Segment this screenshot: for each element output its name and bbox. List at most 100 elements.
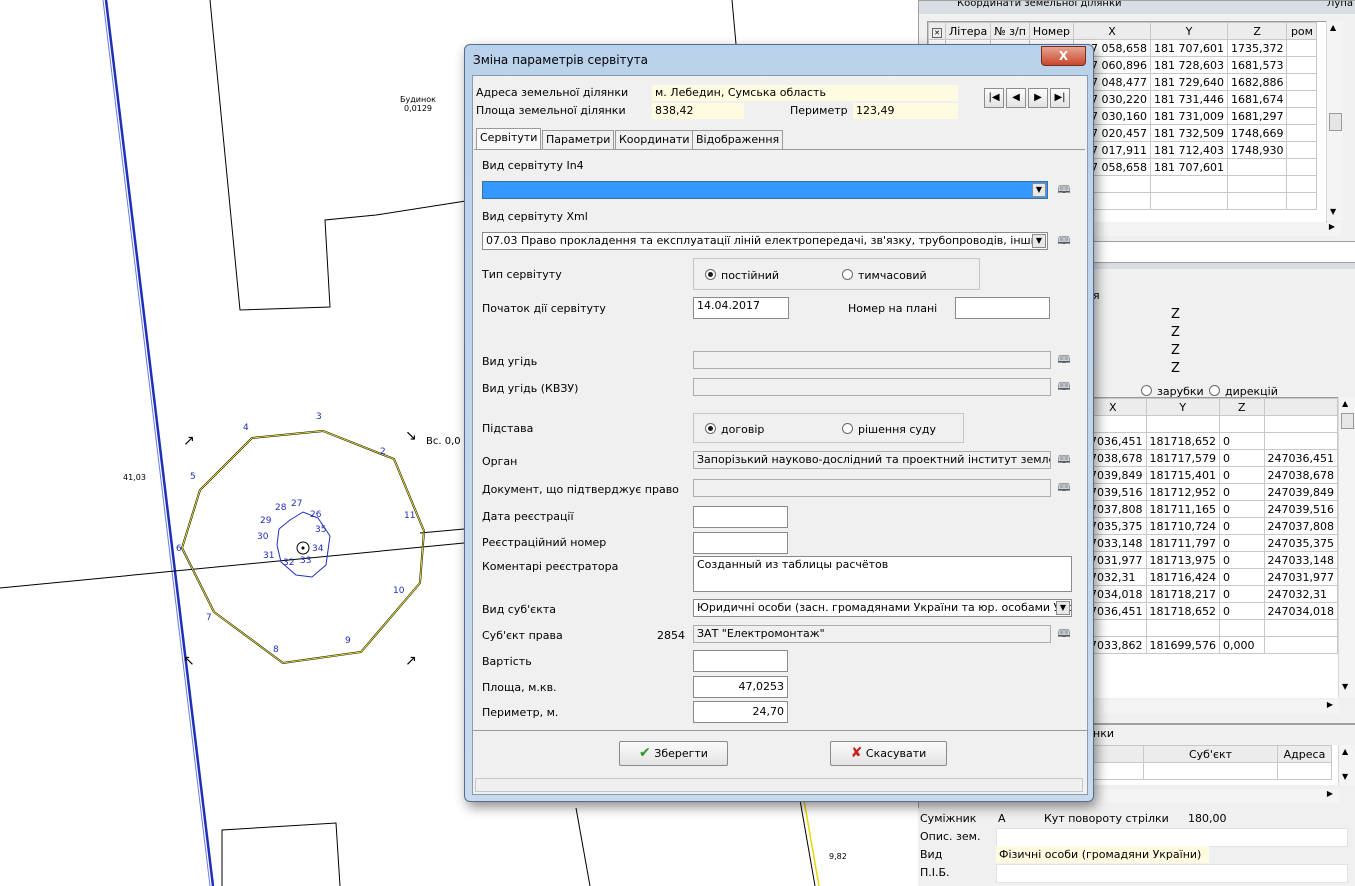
table-cell[interactable]: 0 — [1218, 517, 1265, 535]
table-cell[interactable]: 181 728,603 — [1149, 56, 1228, 74]
table-cell[interactable]: 181711,797 — [1145, 534, 1220, 552]
perimeter-m-input[interactable]: 24,70 — [693, 701, 788, 723]
table-cell[interactable]: 181 731,009 — [1149, 107, 1228, 125]
book-icon[interactable]: 🕮 — [1055, 380, 1073, 394]
column-header[interactable]: Y — [1145, 398, 1220, 416]
area-sqm-input[interactable]: 47,0253 — [693, 676, 788, 698]
table-cell[interactable]: 0 — [1218, 534, 1265, 552]
tab-coordinates[interactable]: Координати — [615, 130, 694, 149]
table-cell[interactable]: 247036,451 — [1263, 449, 1338, 467]
table-cell[interactable] — [1218, 415, 1265, 433]
table-cell[interactable] — [1145, 619, 1220, 637]
table-cell[interactable] — [1145, 415, 1220, 433]
table-cell[interactable]: 181 707,601 — [1149, 158, 1228, 176]
table-cell[interactable]: 247037,808 — [1263, 517, 1338, 535]
table-cell[interactable]: 1681,297 — [1226, 107, 1288, 125]
table-row[interactable]: 47031,977 181713,975 0 247033,148 — [1079, 551, 1338, 569]
adjacent-scrollbar[interactable]: ▲ ▼ — [1338, 745, 1355, 785]
scroll-up-icon[interactable]: ▲ — [1342, 399, 1348, 408]
book-icon[interactable]: 🕮 — [1055, 353, 1073, 367]
scroll-down-icon[interactable]: ▼ — [1342, 772, 1348, 781]
table-cell[interactable]: 181 732,509 — [1149, 124, 1228, 142]
table-cell[interactable]: 181710,724 — [1145, 517, 1220, 535]
scroll-right-icon[interactable]: ▶ — [1327, 700, 1333, 709]
scroll-down-icon[interactable]: ▼ — [1330, 207, 1336, 216]
radio-temporary[interactable]: тимчасовий — [842, 269, 927, 282]
table-cell[interactable] — [1263, 636, 1338, 654]
column-header[interactable]: Суб'єкт — [1143, 745, 1278, 763]
table-cell[interactable]: 0 — [1218, 551, 1265, 569]
book-icon[interactable]: 🕮 — [1055, 234, 1073, 248]
radio-icon[interactable] — [842, 423, 853, 434]
table-cell[interactable]: 0 — [1218, 602, 1265, 620]
table-row[interactable]: 47036,451 181718,652 0 — [1079, 432, 1338, 450]
table-cell[interactable]: 247031,977 — [1263, 568, 1338, 586]
cost-input[interactable] — [693, 650, 788, 672]
document-field[interactable] — [693, 479, 1051, 497]
start-date-input[interactable]: 14.04.2017 — [693, 297, 789, 319]
save-button[interactable]: ✔ Зберегти — [619, 741, 728, 766]
servitude-xml-select[interactable]: 07.03 Право прокладення та експлуатації … — [482, 232, 1048, 250]
tab-servitudes[interactable]: Сервітути — [476, 128, 542, 149]
table-row[interactable] — [1079, 415, 1338, 433]
table-cell[interactable]: 247039,849 — [1263, 483, 1338, 501]
servitude-in4-select[interactable]: ▼ — [482, 181, 1048, 199]
table-row[interactable]: 47035,375 181710,724 0 247037,808 — [1079, 517, 1338, 535]
table-cell[interactable] — [1263, 415, 1338, 433]
scroll-up-icon[interactable]: ▲ — [1330, 23, 1336, 32]
table-cell[interactable]: 0 — [1218, 585, 1265, 603]
table-cell[interactable]: 181715,401 — [1145, 466, 1220, 484]
tab-display[interactable]: Відображення — [692, 130, 784, 149]
table-cell[interactable]: 0 — [1218, 568, 1265, 586]
table-cell[interactable]: 0 — [1218, 500, 1265, 518]
organ-field[interactable]: Запорізький науково-дослідний та проектн… — [693, 451, 1051, 469]
table-cell[interactable]: 1748,669 — [1226, 124, 1288, 142]
table-cell[interactable]: 181717,579 — [1145, 449, 1220, 467]
table-row[interactable]: 47037,808 181711,165 0 247039,516 — [1079, 500, 1338, 518]
name-field[interactable] — [996, 864, 1348, 883]
radio-icon[interactable] — [1209, 385, 1220, 396]
adjacent-hscroll[interactable]: ▶ — [1079, 789, 1339, 803]
land-type-kvzu-field[interactable] — [693, 378, 1051, 396]
table-cell[interactable]: 181716,424 — [1145, 568, 1220, 586]
table-cell[interactable] — [1263, 432, 1338, 450]
table-row[interactable]: 47032,31 181716,424 0 247031,977 — [1079, 568, 1338, 586]
book-icon[interactable]: 🕮 — [1055, 453, 1073, 467]
table-cell[interactable]: 0 — [1218, 466, 1265, 484]
table-row[interactable]: 47033,148 181711,797 0 247035,375 — [1079, 534, 1338, 552]
table-row[interactable] — [1079, 619, 1338, 637]
table-cell[interactable] — [1218, 619, 1265, 637]
table-cell[interactable]: 0 — [1218, 449, 1265, 467]
close-button[interactable]: X — [1041, 46, 1086, 66]
kind-value[interactable]: Фізичні особи (громадяни України) — [996, 846, 1209, 863]
table-row[interactable]: 47033,862 181699,576 0,000 — [1079, 636, 1338, 654]
table-row[interactable]: 47034,018 181718,217 0 247032,31 — [1079, 585, 1338, 603]
table-cell[interactable]: 247039,516 — [1263, 500, 1338, 518]
next-record-button[interactable]: ▶ — [1028, 88, 1048, 108]
registrar-comment-input[interactable]: Созданный из таблицы расчётов — [693, 556, 1072, 592]
table-cell[interactable]: 181 707,601 — [1149, 39, 1228, 57]
table-cell[interactable]: 181711,165 — [1145, 500, 1220, 518]
table-cell[interactable]: 181 731,446 — [1149, 90, 1228, 108]
chevron-down-icon[interactable]: ▼ — [1032, 183, 1046, 197]
scroll-right-icon[interactable]: ▶ — [1327, 789, 1333, 798]
radio-permanent[interactable]: постійний — [705, 269, 779, 282]
table-cell[interactable]: 1748,930 — [1226, 141, 1288, 159]
table-cell[interactable]: 181713,975 — [1145, 551, 1220, 569]
coords-scrollbar[interactable]: ▲ ▼ — [1326, 21, 1343, 221]
column-header[interactable] — [1263, 398, 1338, 416]
table-cell[interactable]: 247038,678 — [1263, 466, 1338, 484]
column-header[interactable]: X — [1072, 22, 1151, 40]
coords-scroll-thumb[interactable] — [1329, 113, 1342, 131]
table-cell[interactable]: 1681,674 — [1226, 90, 1288, 108]
plan-number-input[interactable] — [955, 297, 1050, 319]
table-cell[interactable]: 1682,886 — [1226, 73, 1288, 91]
last-record-button[interactable]: ▶| — [1050, 88, 1070, 108]
cancel-button[interactable]: ✘ Скасувати — [830, 741, 947, 766]
chevron-down-icon[interactable]: ▼ — [1056, 601, 1070, 615]
radio-court[interactable]: рішення суду — [842, 423, 936, 436]
radio-checked-icon[interactable] — [705, 269, 716, 280]
column-header[interactable]: Літера — [944, 22, 992, 40]
table-cell[interactable] — [1263, 619, 1338, 637]
table-cell[interactable]: 181 712,403 — [1149, 141, 1228, 159]
